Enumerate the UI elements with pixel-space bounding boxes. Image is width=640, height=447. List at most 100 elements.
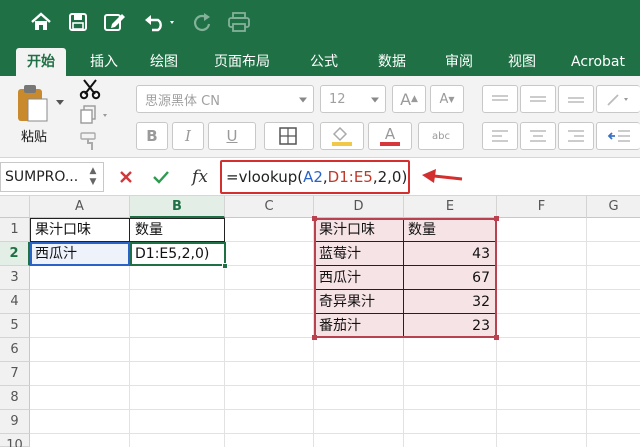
formula-ref-a2: A2: [303, 168, 323, 186]
tab-view[interactable]: 视图: [500, 48, 544, 76]
format-painter-icon[interactable]: [76, 130, 104, 152]
fill-color-button[interactable]: [320, 122, 364, 150]
tab-insert[interactable]: 插入: [82, 48, 126, 76]
paste-button-label[interactable]: 粘贴: [14, 126, 54, 145]
copy-icon[interactable]: [76, 104, 112, 126]
align-middle-icon: [530, 96, 546, 102]
formula-part: =vlookup(: [226, 168, 304, 186]
row-header-9[interactable]: 9: [0, 410, 30, 434]
tab-formulas[interactable]: 公式: [302, 48, 346, 76]
row-header-7[interactable]: 7: [0, 362, 30, 386]
cut-icon[interactable]: [76, 78, 104, 100]
tab-data[interactable]: 数据: [370, 48, 414, 76]
column-header-a[interactable]: A: [30, 196, 130, 218]
orientation-button[interactable]: [596, 85, 640, 113]
ribbon-tabs: 开始 插入 绘图 页面布局 公式 数据 审阅 视图 Acrobat: [0, 44, 640, 76]
align-left-icon: [492, 130, 508, 142]
cell-b1[interactable]: 数量: [131, 218, 224, 242]
cell-b2[interactable]: D1:E5,2,0): [131, 242, 224, 266]
align-right-icon: [568, 130, 584, 142]
range-handle[interactable]: [494, 335, 499, 340]
cell-d2[interactable]: 蓝莓汁: [315, 242, 403, 266]
align-bottom-button[interactable]: [558, 85, 594, 113]
bold-button[interactable]: B: [136, 122, 168, 150]
formula-part: ,2,0): [372, 168, 408, 186]
fill-color-icon: [332, 126, 352, 146]
align-right-button[interactable]: [558, 122, 594, 150]
gridline: [30, 385, 640, 386]
row-header-8[interactable]: 8: [0, 386, 30, 410]
align-left-button[interactable]: [482, 122, 518, 150]
column-header-d[interactable]: D: [314, 196, 404, 218]
align-middle-button[interactable]: [520, 85, 556, 113]
row-header-5[interactable]: 5: [0, 314, 30, 338]
underline-button[interactable]: U: [208, 122, 256, 150]
font-size-value: 12: [329, 91, 346, 107]
insert-function-button[interactable]: fx: [186, 164, 214, 190]
row-header-3[interactable]: 3: [0, 266, 30, 290]
tab-review[interactable]: 审阅: [437, 48, 481, 76]
decrease-indent-button[interactable]: [596, 122, 640, 150]
cell-d3[interactable]: 西瓜汁: [315, 266, 403, 290]
spreadsheet-grid: A B C D E F G 1 2 3 4 5 6 7 8 9 10 果汁口味 …: [0, 196, 640, 447]
tab-page-layout[interactable]: 页面布局: [204, 48, 280, 76]
cell-d5[interactable]: 番茄汁: [315, 314, 403, 338]
cell-e3[interactable]: 67: [404, 266, 494, 290]
borders-button[interactable]: [264, 122, 314, 150]
row-header-6[interactable]: 6: [0, 338, 30, 362]
cell-a1[interactable]: 果汁口味: [31, 218, 129, 242]
font-color-button[interactable]: A: [368, 122, 412, 150]
select-all-corner[interactable]: [0, 196, 30, 218]
gridline: [30, 409, 640, 410]
gridline: [30, 361, 640, 362]
paste-icon[interactable]: [12, 82, 52, 124]
cell-e2[interactable]: 43: [404, 242, 494, 266]
grow-font-icon: A: [400, 89, 412, 109]
undo-icon[interactable]: [142, 9, 178, 35]
decrease-indent-icon: [607, 130, 630, 142]
cell-e5[interactable]: 23: [404, 314, 494, 338]
increase-font-size-button[interactable]: A ▲: [392, 85, 426, 113]
column-header-c[interactable]: C: [225, 196, 314, 218]
cell-e4[interactable]: 32: [404, 290, 494, 314]
tab-home[interactable]: 开始: [16, 48, 66, 76]
column-header-e[interactable]: E: [404, 196, 497, 218]
row-header-1[interactable]: 1: [0, 218, 30, 242]
align-top-button[interactable]: [482, 85, 518, 113]
home-icon[interactable]: [28, 9, 54, 35]
cancel-icon[interactable]: [114, 164, 138, 190]
cell-a2[interactable]: 西瓜汁: [31, 242, 129, 266]
formula-input[interactable]: =vlookup(A2,D1:E5,2,0): [220, 160, 410, 194]
print-icon[interactable]: [226, 9, 252, 35]
row-header-2[interactable]: 2: [0, 242, 30, 266]
column-header-f[interactable]: F: [497, 196, 587, 218]
column-header-g[interactable]: G: [587, 196, 640, 218]
align-center-button[interactable]: [520, 122, 556, 150]
column-header-b[interactable]: B: [130, 196, 225, 218]
name-box-stepper-icon[interactable]: ▲ ▼: [86, 164, 100, 190]
gridline: [30, 433, 640, 434]
save-icon[interactable]: [66, 9, 90, 35]
enter-icon[interactable]: [148, 164, 174, 190]
cell-d1[interactable]: 果汁口味: [315, 218, 403, 242]
redo-icon[interactable]: [190, 9, 214, 35]
font-name-select[interactable]: 思源黑体 CN: [136, 85, 314, 113]
tab-acrobat[interactable]: Acrobat: [562, 48, 634, 76]
row-header-10[interactable]: 10: [0, 434, 30, 447]
decrease-font-size-button[interactable]: A ▼: [430, 85, 464, 113]
italic-button[interactable]: I: [172, 122, 204, 150]
title-bar: [0, 0, 640, 44]
chevron-down-icon: [371, 97, 379, 103]
align-bottom-icon: [568, 97, 584, 103]
cell-d4[interactable]: 奇异果汁: [315, 290, 403, 314]
cell-e1[interactable]: 数量: [404, 218, 496, 242]
row-header-4[interactable]: 4: [0, 290, 30, 314]
formula-bar: SUMPRO... ▲ ▼ fx =vlookup(A2,D1:E5,2,0): [0, 158, 640, 196]
paste-dropdown-icon[interactable]: [54, 96, 66, 108]
tab-draw[interactable]: 绘图: [142, 48, 186, 76]
shrink-font-icon: A: [439, 91, 449, 107]
header-divider: [129, 218, 130, 242]
phonetic-button[interactable]: abc: [418, 122, 464, 150]
edit-icon[interactable]: [102, 9, 128, 35]
font-size-select[interactable]: 12: [320, 85, 386, 113]
